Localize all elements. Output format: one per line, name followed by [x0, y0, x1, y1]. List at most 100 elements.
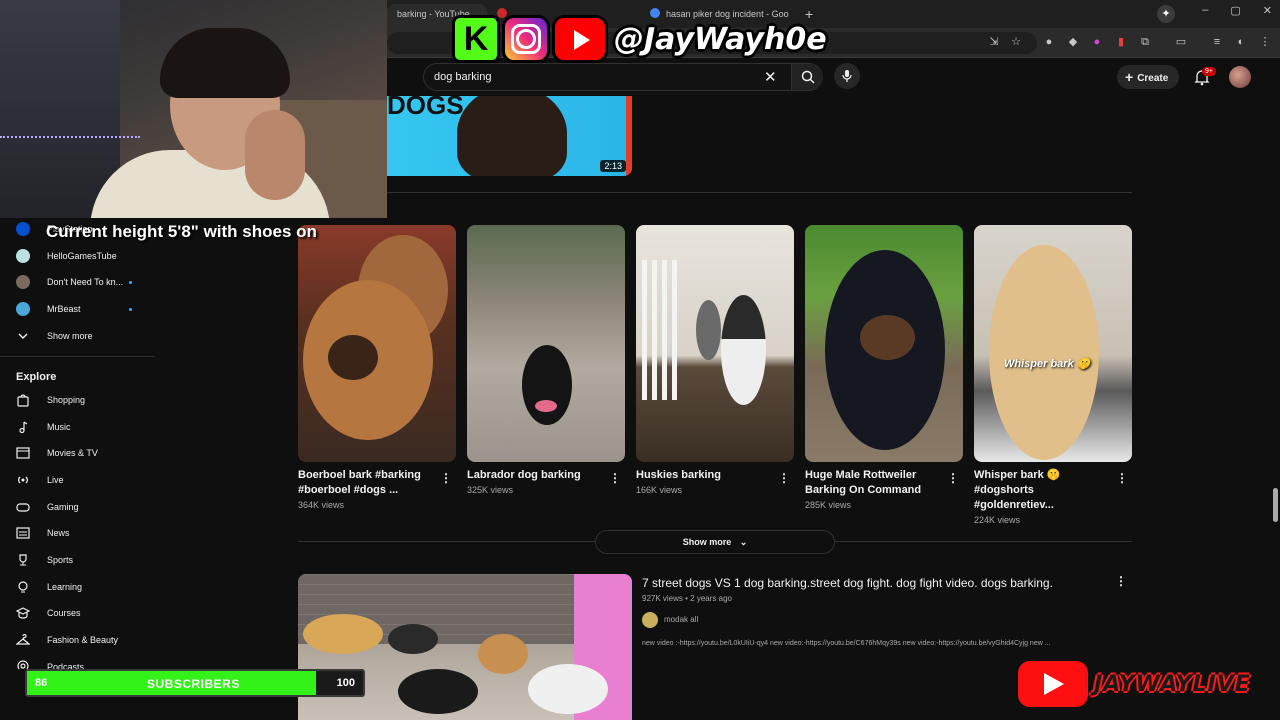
sidebar-item-label: Learning: [47, 582, 83, 592]
sidebar-item-dont-need-to-know[interactable]: Don't Need To kn...: [16, 269, 156, 295]
sidebar-show-more[interactable]: Show more: [16, 323, 156, 349]
sidebar-item-label: News: [47, 528, 70, 538]
maximize-button[interactable]: ▢: [1230, 4, 1240, 17]
puzzle-icon[interactable]: ⧉: [1139, 36, 1151, 48]
more-options-icon[interactable]: ⋮: [609, 471, 621, 485]
bookmark-star-icon[interactable]: ☆: [1010, 36, 1022, 48]
youtube-play-icon: [552, 15, 608, 63]
more-options-icon[interactable]: ⋮: [778, 471, 790, 485]
social-handle: @JayWayh0e: [614, 21, 827, 57]
streamer: [60, 20, 330, 218]
sidebar-item-news[interactable]: News: [16, 520, 156, 546]
channel-name[interactable]: modak all: [664, 615, 698, 624]
sidebar-item-label: HelloGamesTube: [47, 251, 117, 261]
short-title[interactable]: Whisper bark 🤫 #dogshorts #goldenretiev.…: [974, 468, 1109, 513]
short-card[interactable]: Huskies barking 166K views ⋮: [636, 225, 794, 495]
short-thumbnail[interactable]: [636, 225, 794, 462]
short-card[interactable]: Huge Male Rottweiler Barking On Command …: [805, 225, 963, 510]
short-title[interactable]: Boerboel bark #barking #boerboel #dogs .…: [298, 468, 433, 498]
reading-list-icon[interactable]: ≡: [1211, 36, 1223, 48]
sidebar-item-label: Show more: [47, 331, 93, 341]
goal-label: SUBSCRIBERS: [147, 677, 240, 691]
sidebar-item-label: Shopping: [47, 395, 86, 405]
thumbnail-text: DOGS: [387, 96, 464, 120]
profile-icon[interactable]: ◐: [1235, 36, 1247, 48]
sidebar-item-hellogamestube[interactable]: HelloGamesTube: [16, 243, 156, 269]
close-icon[interactable]: ✕: [764, 68, 777, 86]
sidebar: PlayStation HelloGamesTube Don't Need To…: [0, 218, 155, 720]
extension-icon[interactable]: ●: [1091, 36, 1103, 48]
minimize-button[interactable]: –: [1202, 4, 1208, 17]
webcam-overlay: [0, 0, 387, 218]
social-brand-overlay: K @JayWayh0e: [452, 14, 827, 64]
more-options-icon[interactable]: ⋮: [1115, 574, 1127, 588]
channel-avatar: [16, 302, 30, 316]
extension-icon[interactable]: ◆: [1067, 36, 1079, 48]
thumbnail-stripe: [626, 96, 632, 176]
channel-avatar[interactable]: [642, 612, 658, 628]
extension-icon[interactable]: ●: [1043, 36, 1055, 48]
sidebar-item-live[interactable]: Live: [16, 467, 156, 493]
short-views: 325K views: [467, 485, 514, 495]
voice-search-button[interactable]: [834, 63, 860, 89]
sidebar-item-movies[interactable]: Movies & TV: [16, 440, 156, 466]
short-thumbnail[interactable]: Whisper bark 🤫: [974, 225, 1132, 462]
menu-icon[interactable]: ⋮: [1259, 36, 1271, 48]
video-thumbnail[interactable]: DOGS 2:13: [387, 96, 632, 176]
more-options-icon[interactable]: ⋮: [440, 471, 452, 485]
short-card[interactable]: Whisper bark 🤫 Whisper bark 🤫 #dogshorts…: [974, 225, 1132, 525]
avatar[interactable]: [1229, 66, 1251, 88]
youtube-play-icon: [1018, 661, 1088, 707]
microphone-icon: [842, 70, 852, 82]
sidebar-item-label: Movies & TV: [47, 448, 98, 458]
search-button[interactable]: [791, 64, 823, 90]
install-icon[interactable]: ⇲: [988, 36, 1000, 48]
search-box: dog barking ✕: [423, 63, 823, 91]
kick-logo: K: [452, 15, 500, 63]
video-thumbnail[interactable]: [298, 574, 632, 720]
graduation-cap-icon: [16, 607, 30, 619]
short-title[interactable]: Huge Male Rottweiler Barking On Command: [805, 468, 940, 498]
dog-muzzle: [328, 335, 378, 380]
short-title[interactable]: Huskies barking: [636, 468, 771, 483]
create-button[interactable]: + Create: [1117, 65, 1179, 89]
short-card[interactable]: Boerboel bark #barking #boerboel #dogs .…: [298, 225, 456, 510]
short-card[interactable]: Labrador dog barking 325K views ⋮: [467, 225, 625, 495]
dog-image: [522, 345, 572, 425]
streamer-hand: [245, 110, 305, 200]
sidebar-item-courses[interactable]: Courses: [16, 600, 156, 626]
short-title[interactable]: Labrador dog barking: [467, 468, 602, 483]
sidebar-item-music[interactable]: Music: [16, 414, 156, 440]
create-label: Create: [1137, 73, 1169, 84]
sidebar-item-sports[interactable]: Sports: [16, 547, 156, 573]
sidebar-item-learning[interactable]: Learning: [16, 574, 156, 600]
short-thumbnail[interactable]: [298, 225, 456, 462]
search-input[interactable]: dog barking: [434, 71, 492, 83]
video-title[interactable]: 7 street dogs VS 1 dog barking.street do…: [642, 576, 1053, 590]
sidebar-item-fashion[interactable]: Fashion & Beauty: [16, 627, 156, 653]
scrollbar[interactable]: [1271, 96, 1280, 720]
sidebar-item-label: Don't Need To kn...: [47, 277, 124, 287]
close-window-button[interactable]: ✕: [1263, 4, 1272, 17]
sparkle-icon[interactable]: ✦: [1157, 5, 1175, 23]
scrollbar-thumb[interactable]: [1273, 488, 1278, 522]
more-options-icon[interactable]: ⋮: [947, 471, 959, 485]
sidebar-item-label: MrBeast: [47, 304, 81, 314]
sidebar-item-mrbeast[interactable]: MrBeast: [16, 296, 156, 322]
divider: [298, 192, 1132, 193]
jaywaylive-logo: JAYWAYLIVE: [1018, 660, 1251, 708]
short-thumbnail[interactable]: [467, 225, 625, 462]
extension-icon[interactable]: ▮: [1115, 36, 1127, 48]
show-more-button[interactable]: Show more ⌄: [595, 530, 835, 554]
more-options-icon[interactable]: ⋮: [1116, 471, 1128, 485]
sidebar-item-shopping[interactable]: Shopping: [16, 387, 156, 413]
sidepanel-icon[interactable]: ▭: [1175, 36, 1187, 48]
sidebar-item-gaming[interactable]: Gaming: [16, 494, 156, 520]
short-thumbnail[interactable]: [805, 225, 963, 462]
stream-caption: Current height 5'8" with shoes on: [46, 222, 317, 241]
gamepad-icon: [16, 503, 30, 512]
short-views: 285K views: [805, 500, 852, 510]
film-icon: [16, 447, 30, 459]
lightbulb-icon: [18, 581, 28, 593]
streamer-hair: [160, 28, 290, 98]
